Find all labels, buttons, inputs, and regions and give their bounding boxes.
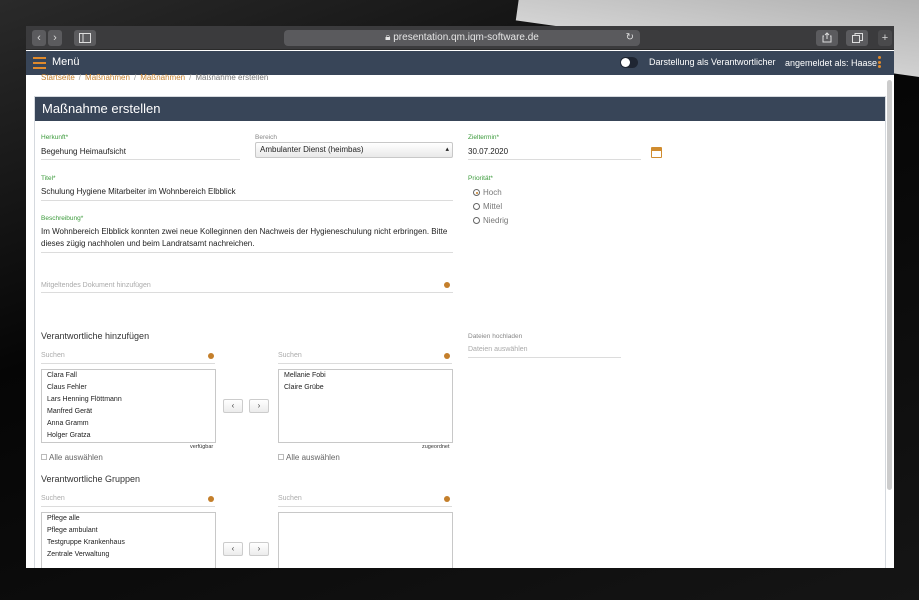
herkunft-field[interactable]: Begehung Heimaufsicht	[41, 147, 126, 156]
create-measure-panel: Maßnahme erstellen Herkunft* Begehung He…	[34, 96, 886, 568]
list-item[interactable]: Lars Henning Flöttmann	[42, 394, 215, 406]
list-item[interactable]: Mellanie Fobi	[279, 370, 452, 382]
verantwortliche-search-available[interactable]: Suchen	[41, 352, 65, 359]
assigned-users-list[interactable]: Mellanie Fobi Claire Grübe	[278, 369, 453, 443]
sidebar-icon[interactable]	[74, 30, 96, 46]
new-tab-icon[interactable]: +	[878, 30, 892, 46]
clear-search-icon[interactable]	[444, 353, 450, 359]
list-item[interactable]: Claus Fehler	[42, 382, 215, 394]
zieltermin-label: Zieltermin*	[468, 134, 500, 141]
page-scrollbar[interactable]	[887, 80, 892, 490]
bereich-select[interactable]: Ambulanter Dienst (heimbas) ▴	[255, 142, 453, 158]
app-header: Menü Darstellung als Verantwortlicher an…	[26, 51, 894, 75]
available-groups-list[interactable]: Pflege alle Pflege ambulant Testgruppe K…	[41, 512, 216, 568]
breadcrumb-current: Maßnahme erstellen	[195, 74, 269, 82]
titel-label: Titel*	[41, 175, 56, 182]
radio-unchecked-icon	[473, 203, 480, 210]
available-users-list[interactable]: Clara Fall Claus Fehler Lars Henning Flö…	[41, 369, 216, 443]
clear-search-icon[interactable]	[208, 496, 214, 502]
radio-checked-icon	[473, 189, 480, 196]
herkunft-label: Herkunft*	[41, 134, 69, 141]
priority-radio-niedrig[interactable]: Niedrig	[473, 216, 508, 225]
breadcrumb: Startseite / Maßnahmen / Maßnahmen / Maßnahme …	[41, 74, 269, 82]
breadcrumb-item-startseite[interactable]: Startseite	[41, 74, 75, 82]
back-icon[interactable]: ‹	[32, 30, 46, 46]
available-caption: verfügbar	[190, 444, 214, 450]
bereich-selected: Ambulanter Dienst (heimbas)	[260, 145, 364, 154]
list-item[interactable]: Pflege alle	[42, 513, 215, 525]
responsible-view-toggle[interactable]	[620, 57, 638, 68]
address-bar[interactable]: 🔒︎ presentation.qm.iqm-software.de ↻	[284, 30, 640, 46]
url-text: presentation.qm.iqm-software.de	[393, 32, 539, 43]
priority-radio-mittel[interactable]: Mittel	[473, 202, 502, 211]
gruppen-heading: Verantwortliche Gruppen	[41, 474, 141, 484]
share-icon[interactable]	[816, 30, 838, 46]
breadcrumb-item-massnahmen-list[interactable]: Maßnahmen	[140, 74, 185, 82]
browser-toolbar: ‹ › 🔒︎ presentation.qm.iqm-software.de ↻…	[26, 26, 894, 50]
tablet-frame: ‹ › 🔒︎ presentation.qm.iqm-software.de ↻…	[0, 0, 919, 600]
prioritaet-label: Priorität*	[468, 175, 493, 182]
list-item[interactable]: Anna Gramm	[42, 418, 215, 430]
radio-unchecked-icon	[473, 217, 480, 224]
logged-in-user: angemeldet als: Haase	[785, 58, 878, 68]
bereich-label: Bereich	[255, 134, 278, 141]
verantwortliche-search-assigned[interactable]: Suchen	[278, 352, 302, 359]
lock-icon: 🔒︎	[385, 32, 391, 43]
checkbox-icon	[41, 454, 47, 460]
list-item[interactable]: Holger Gratza	[42, 430, 215, 442]
priority-radio-hoch[interactable]: Hoch	[473, 188, 502, 197]
page-title: Maßnahme erstellen	[35, 97, 885, 121]
select-arrows-icon: ▴	[445, 146, 449, 153]
list-item[interactable]: Pflege ambulant	[42, 525, 215, 537]
beschreibung-label: Beschreibung*	[41, 215, 84, 222]
clear-search-icon[interactable]	[208, 353, 214, 359]
list-item[interactable]: Testgruppe Krankenhaus	[42, 537, 215, 549]
hamburger-icon[interactable]	[33, 57, 46, 69]
breadcrumb-item-massnahmen[interactable]: Maßnahmen	[85, 74, 130, 82]
calendar-icon[interactable]	[651, 147, 662, 158]
dateien-input[interactable]: Dateien auswählen	[468, 346, 528, 353]
move-right-button[interactable]: ›	[249, 399, 269, 413]
clear-search-icon[interactable]	[444, 496, 450, 502]
menu-label[interactable]: Menü	[52, 56, 80, 68]
tabs-icon[interactable]	[846, 30, 868, 46]
list-item[interactable]: Claire Grübe	[279, 382, 452, 394]
list-item[interactable]: Clara Fall	[42, 370, 215, 382]
move-left-button[interactable]: ‹	[223, 399, 243, 413]
checkbox-icon	[278, 454, 284, 460]
zieltermin-field[interactable]: 30.07.2020	[468, 147, 508, 156]
assigned-groups-list[interactable]	[278, 512, 453, 568]
select-all-assigned-checkbox[interactable]: Alle auswählen	[278, 453, 340, 462]
gruppen-search-assigned[interactable]: Suchen	[278, 495, 302, 502]
reload-icon[interactable]: ↻	[626, 30, 634, 46]
dateien-label: Dateien hochladen	[468, 333, 523, 340]
groups-move-left-button[interactable]: ‹	[223, 542, 243, 556]
more-options-icon[interactable]	[878, 56, 881, 70]
groups-move-right-button[interactable]: ›	[249, 542, 269, 556]
toggle-label: Darstellung als Verantwortlicher	[649, 57, 776, 67]
titel-field[interactable]: Schulung Hygiene Mitarbeiter im Wohnbere…	[41, 187, 236, 196]
gruppen-search-available[interactable]: Suchen	[41, 495, 65, 502]
assigned-caption: zugeordnet	[422, 444, 450, 450]
select-all-available-checkbox[interactable]: Alle auswählen	[41, 453, 103, 462]
forward-icon[interactable]: ›	[48, 30, 62, 46]
dokument-input[interactable]: Mitgeltendes Dokument hinzufügen	[41, 282, 151, 289]
list-item[interactable]: Zentrale Verwaltung	[42, 549, 215, 561]
tablet-screen: ‹ › 🔒︎ presentation.qm.iqm-software.de ↻…	[26, 26, 894, 568]
list-item[interactable]: Manfred Gerät	[42, 406, 215, 418]
dokument-add-icon[interactable]	[444, 282, 450, 288]
verantwortliche-heading: Verantwortliche hinzufügen	[41, 331, 150, 341]
